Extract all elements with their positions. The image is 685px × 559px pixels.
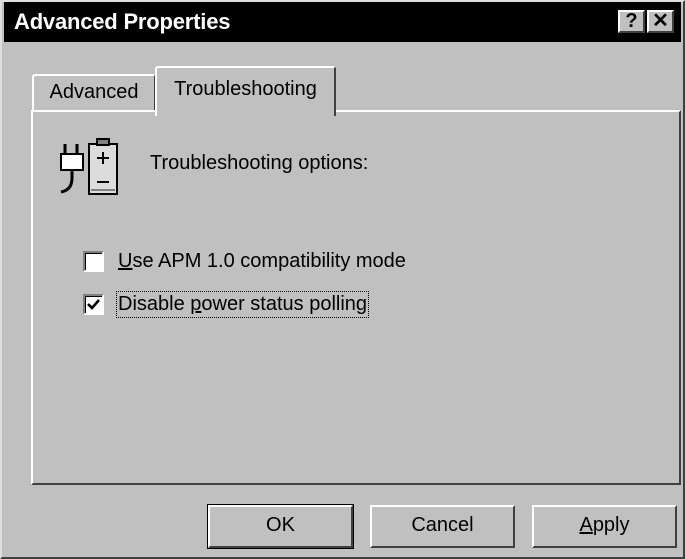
apply-button[interactable]: Apply: [532, 505, 677, 548]
window-title: Advanced Properties: [14, 9, 231, 34]
tab-troubleshooting[interactable]: Troubleshooting: [155, 66, 336, 116]
disable-polling-checkbox[interactable]: [83, 294, 104, 315]
title-bar[interactable]: Advanced Properties ? ✕: [4, 2, 681, 42]
tab-troubleshooting-label: Troubleshooting: [174, 78, 317, 100]
help-button[interactable]: ?: [618, 10, 645, 33]
ok-button[interactable]: OK: [207, 504, 354, 549]
tab-advanced-label: Advanced: [49, 81, 139, 103]
checkmark-icon: [87, 299, 100, 310]
cancel-button[interactable]: Cancel: [370, 505, 515, 548]
disable-polling-label[interactable]: Disable power status polling: [115, 291, 370, 318]
troubleshooting-options-heading: Troubleshooting options:: [150, 152, 369, 174]
troubleshooting-panel: Troubleshooting options: Use APM 1.0 com…: [31, 110, 681, 485]
close-button[interactable]: ✕: [647, 10, 674, 33]
advanced-properties-dialog: Advanced Properties ? ✕ Advanced Trouble…: [0, 0, 685, 559]
tab-advanced[interactable]: Advanced: [32, 74, 156, 110]
apm-compatibility-checkbox[interactable]: [83, 251, 104, 272]
power-plug-battery-icon: [60, 138, 118, 195]
apm-compatibility-label[interactable]: Use APM 1.0 compatibility mode: [118, 250, 406, 273]
